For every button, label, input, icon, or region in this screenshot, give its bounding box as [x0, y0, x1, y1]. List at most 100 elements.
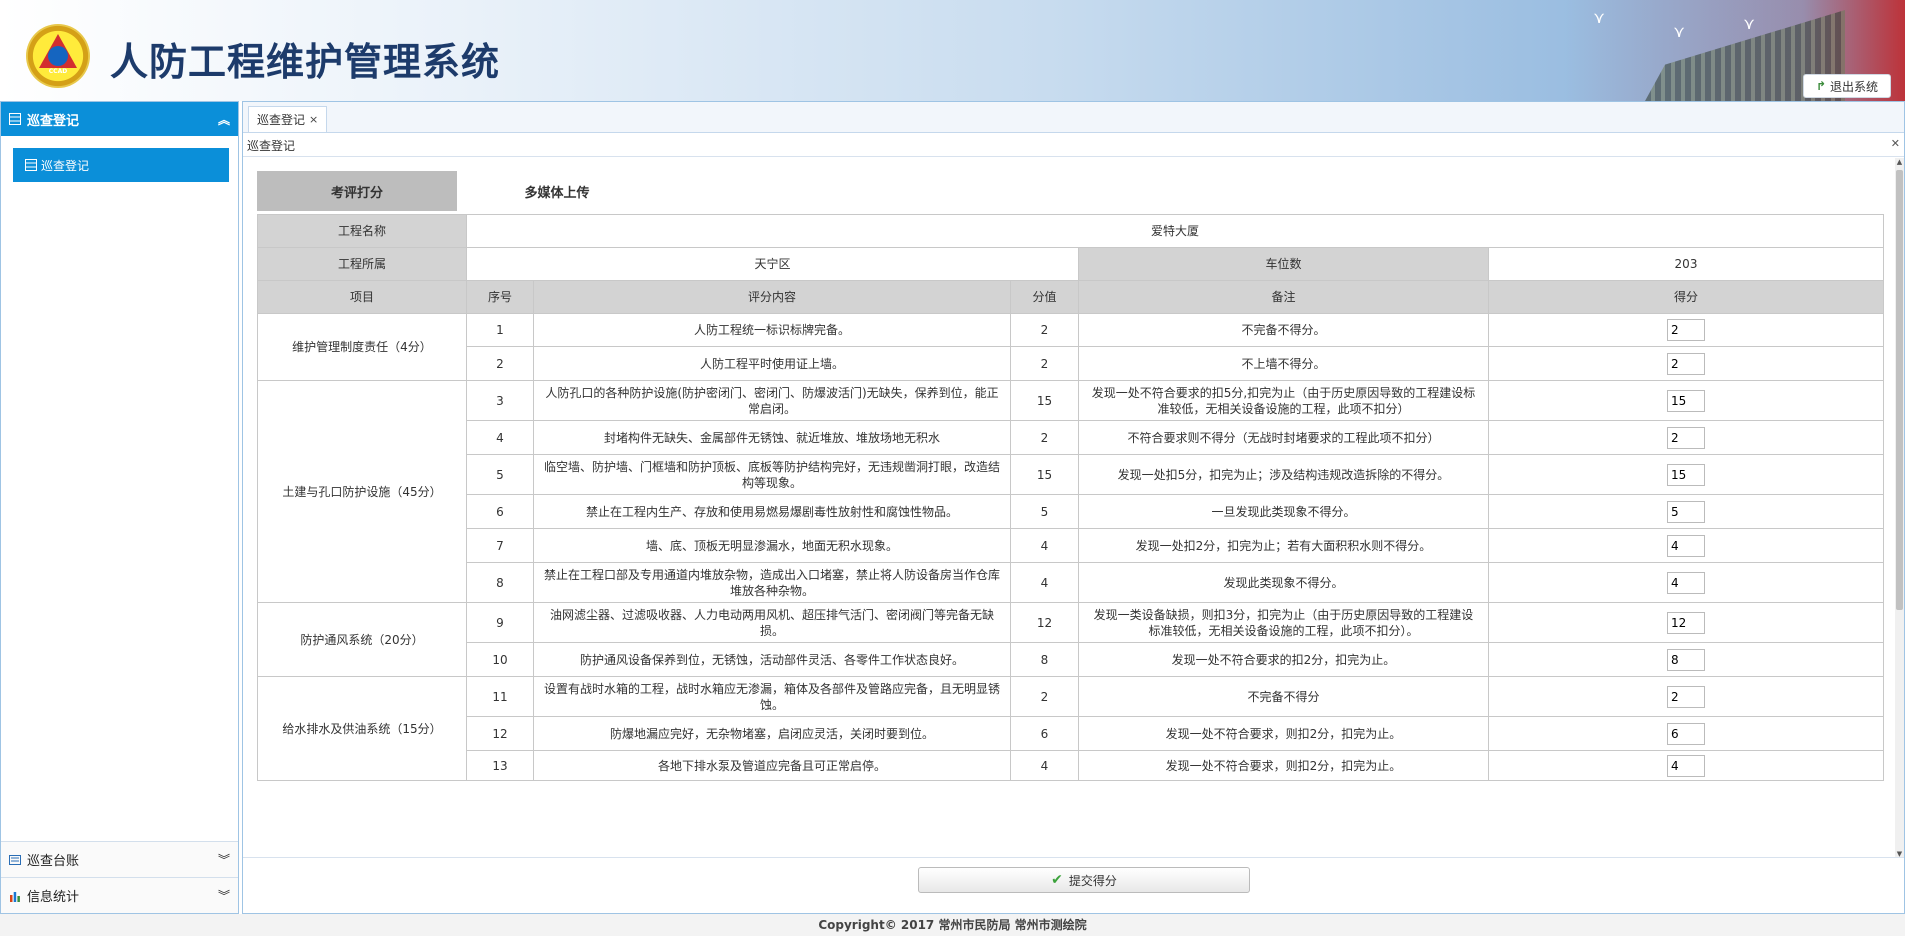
chevron-down-icon[interactable]: ︾ — [218, 851, 230, 868]
vertical-scrollbar[interactable]: ▲ ▼ — [1895, 158, 1904, 860]
score-input[interactable] — [1667, 389, 1705, 412]
sidebar-item-patrol-register[interactable]: 巡查登记 — [13, 148, 229, 182]
score-input[interactable] — [1667, 685, 1705, 708]
points-cell: 2 — [1010, 346, 1079, 381]
category-cell: 给水排水及供油系统（15分） — [257, 676, 467, 781]
note-cell: 发现一处扣2分，扣完为止；若有大面积积水则不得分。 — [1078, 528, 1489, 563]
grid-icon — [9, 113, 21, 125]
close-icon[interactable]: ✕ — [1891, 137, 1900, 150]
tab-bar: 巡查登记 × — [243, 102, 1904, 133]
app-title: 人防工程维护管理系统 — [110, 39, 501, 84]
sidebar-section-patrol-ledger[interactable]: 巡查台账 ︾ — [1, 841, 238, 877]
project-area-label: 工程所属 — [257, 247, 467, 281]
criteria-cell: 封堵构件无缺失、金属部件无锈蚀、就近堆放、堆放场地无积水 — [533, 420, 1011, 455]
score-cell — [1488, 716, 1884, 751]
sidebar-section-patrol-register[interactable]: 巡查登记 ︽ — [1, 102, 238, 136]
score-input[interactable] — [1667, 571, 1705, 594]
score-cell — [1488, 528, 1884, 563]
points-cell: 8 — [1010, 642, 1079, 677]
score-cell — [1488, 562, 1884, 603]
score-cell — [1488, 602, 1884, 643]
note-cell: 一旦发现此类现象不得分。 — [1078, 494, 1489, 529]
points-cell: 2 — [1010, 420, 1079, 455]
score-input[interactable] — [1667, 426, 1705, 449]
score-input[interactable] — [1667, 463, 1705, 486]
score-input[interactable] — [1667, 611, 1705, 634]
scrollbar-thumb[interactable] — [1896, 170, 1903, 610]
row-number-cell: 10 — [466, 642, 534, 677]
panel-content: 考评打分 多媒体上传 工程名称 爱特大厦 工程所属 天宁区 车位数 203 项目… — [243, 158, 1904, 858]
table-row: 7 墙、底、顶板无明显渗漏水，地面无积水现象。 4 发现一处扣2分，扣完为止；若有大面… — [258, 528, 1884, 563]
criteria-cell: 临空墙、防护墙、门框墙和防护顶板、底板等防护结构完好，无违规凿洞打眼，改造结构等… — [533, 454, 1011, 495]
note-cell: 不完备不得分。 — [1078, 313, 1489, 347]
criteria-cell: 人防工程平时使用证上墙。 — [533, 346, 1011, 381]
chevron-down-icon[interactable]: ︾ — [218, 887, 230, 904]
ledger-icon — [9, 854, 21, 865]
scroll-up-icon[interactable]: ▲ — [1895, 158, 1904, 168]
row-number-cell: 5 — [466, 454, 534, 495]
table-row: 土建与孔口防护设施（45分） 3 人防孔口的各种防护设施(防护密闭门、密闭门、防爆波… — [257, 380, 1884, 603]
row-number-cell: 13 — [466, 750, 534, 781]
points-cell: 4 — [1010, 562, 1079, 603]
score-cell — [1488, 313, 1884, 347]
logout-icon: ↱ — [1815, 79, 1827, 93]
parking-count-label: 车位数 — [1078, 247, 1489, 281]
grid-icon — [25, 159, 37, 171]
category-cell: 土建与孔口防护设施（45分） — [257, 380, 467, 603]
civil-defense-logo: CCAD — [26, 24, 90, 88]
score-cell — [1488, 420, 1884, 455]
table-row: 8 禁止在工程口部及专用通道内堆放杂物，造成出入口堵塞，禁止将人防设备房当作仓库堆… — [258, 562, 1884, 603]
table-row: 12 防爆地漏应完好，无杂物堵塞，启闭应灵活，关闭时要到位。 6 发现一处不符合要求，… — [258, 716, 1884, 751]
logout-button[interactable]: ↱ 退出系统 — [1803, 74, 1891, 98]
note-cell: 不符合要求则不得分（无战时封堵要求的工程此项不扣分） — [1078, 420, 1489, 455]
points-cell: 6 — [1010, 716, 1079, 751]
score-input[interactable] — [1667, 352, 1705, 375]
checkmark-icon: ✔ — [1051, 872, 1063, 888]
table-row: 5 临空墙、防护墙、门框墙和防护顶板、底板等防护结构完好，无违规凿洞打眼，改造结构… — [258, 454, 1884, 495]
tab-scoring[interactable]: 考评打分 — [257, 171, 457, 211]
row-number-cell: 2 — [466, 346, 534, 381]
score-input[interactable] — [1667, 648, 1705, 671]
panel-title: 巡查登记 ✕ — [243, 134, 1904, 157]
copyright-footer: Copyright© 2017 常州市民防局 常州市测绘院 — [0, 914, 1905, 936]
project-area-value: 天宁区 — [466, 247, 1079, 281]
score-input[interactable] — [1667, 319, 1705, 341]
note-cell: 发现一处不符合要求，则扣2分，扣完为止。 — [1078, 750, 1489, 781]
bar-chart-icon — [10, 891, 20, 902]
sidebar-section-statistics[interactable]: 信息统计 ︾ — [1, 877, 238, 913]
parking-count-value: 203 — [1488, 247, 1884, 281]
row-number-cell: 4 — [466, 420, 534, 455]
note-cell: 发现一处不符合要求的扣2分，扣完为止。 — [1078, 642, 1489, 677]
score-input[interactable] — [1667, 722, 1705, 745]
criteria-cell: 人防工程统一标识标牌完备。 — [533, 313, 1011, 347]
column-header-content: 评分内容 — [533, 280, 1011, 314]
table-row: 维护管理制度责任（4分） 1 人防工程统一标识标牌完备。 2 不完备不得分。 — [257, 313, 1884, 381]
tab-patrol-register[interactable]: 巡查登记 × — [248, 106, 328, 132]
close-tab-icon[interactable]: × — [309, 113, 318, 126]
dove-icon: ⋎ — [1593, 8, 1605, 27]
score-input[interactable] — [1667, 534, 1705, 557]
note-cell: 发现此类现象不得分。 — [1078, 562, 1489, 603]
table-row: 6 禁止在工程内生产、存放和使用易燃易爆剧毒性放射性和腐蚀性物品。 5 一旦发现此类现… — [258, 494, 1884, 529]
submit-score-button[interactable]: ✔ 提交得分 — [918, 867, 1250, 893]
row-number-cell: 7 — [466, 528, 534, 563]
sub-tabs: 考评打分 多媒体上传 — [257, 171, 657, 211]
row-number-cell: 8 — [466, 562, 534, 603]
chevron-up-icon[interactable]: ︽ — [218, 111, 230, 128]
table-row: 防护通风系统（20分） 9 油网滤尘器、过滤吸收器、人力电动两用风机、超压排气活门、… — [257, 602, 1884, 677]
table-row: 2 人防工程平时使用证上墙。 2 不上墙不得分。 — [258, 346, 1884, 381]
tab-media-upload[interactable]: 多媒体上传 — [457, 171, 657, 211]
column-header-points: 分值 — [1010, 280, 1079, 314]
score-input[interactable] — [1667, 754, 1705, 777]
column-header-item: 项目 — [257, 280, 467, 314]
score-input[interactable] — [1667, 500, 1705, 523]
score-cell — [1488, 346, 1884, 381]
points-cell: 15 — [1010, 380, 1079, 421]
project-name-value: 爱特大厦 — [466, 214, 1884, 248]
score-cell — [1488, 494, 1884, 529]
sidebar: 巡查登记 ︽ 巡查登记 巡查台账 ︾ 信息统计 ︾ — [0, 101, 239, 914]
points-cell: 12 — [1010, 602, 1079, 643]
criteria-cell: 禁止在工程口部及专用通道内堆放杂物，造成出入口堵塞，禁止将人防设备房当作仓库堆放… — [533, 562, 1011, 603]
score-cell — [1488, 642, 1884, 677]
main-panel: 巡查登记 × 巡查登记 ✕ 考评打分 多媒体上传 工程名称 爱特大厦 工程所属 — [242, 101, 1905, 914]
